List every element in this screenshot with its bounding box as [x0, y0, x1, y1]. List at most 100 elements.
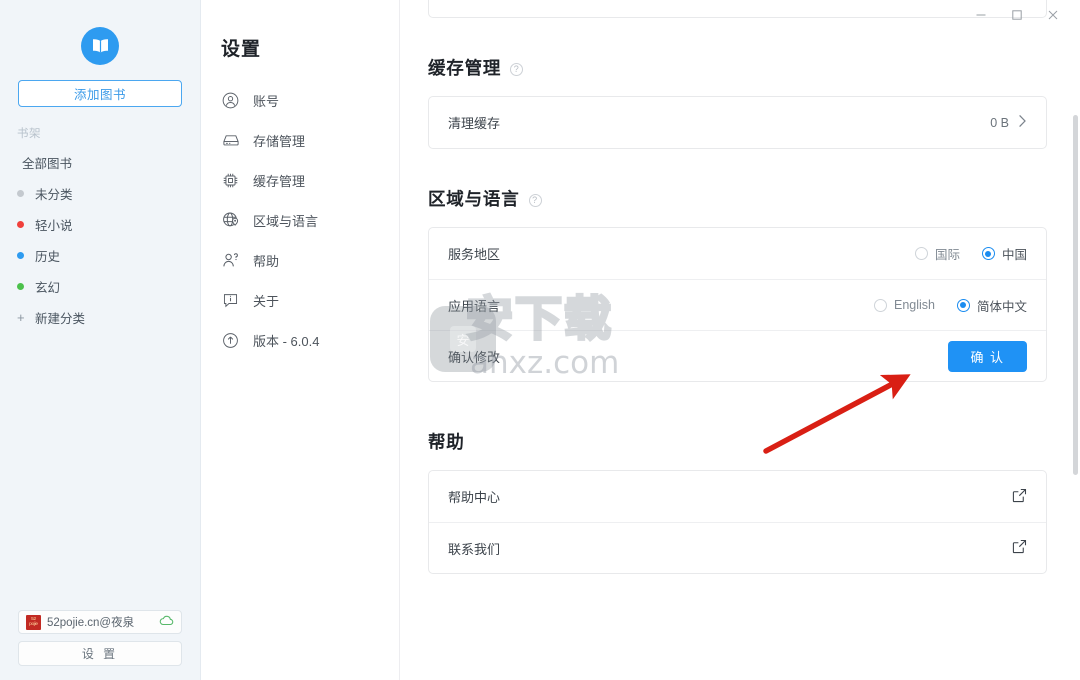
settings-nav-item-cache[interactable]: 缓存管理: [201, 160, 399, 200]
person-question-icon: [221, 251, 240, 270]
hard-drive-icon: [221, 131, 240, 150]
sidebar-item-new-category[interactable]: + 新建分类: [0, 302, 200, 333]
settings-nav-label: 版本 - 6.0.4: [253, 333, 320, 349]
settings-nav-item-region-language[interactable]: 区域与语言: [201, 200, 399, 240]
category-label: 玄幻: [35, 281, 61, 295]
account-name: 52pojie.cn@夜泉: [47, 617, 135, 629]
shelf-section-label: 书架: [17, 128, 41, 140]
confirm-button[interactable]: 确 认: [948, 340, 1027, 372]
help-section-title: 帮助: [428, 432, 465, 452]
app-language-row: 应用语言 English 简体中文: [429, 279, 1046, 330]
sidebar-item-history[interactable]: 历史: [0, 240, 200, 271]
minimize-button[interactable]: [963, 2, 999, 28]
category-color-dot: [17, 283, 24, 290]
radio-indicator-selected: [981, 247, 995, 260]
radio-option-international[interactable]: 国际: [914, 244, 960, 263]
sidebar-item-fantasy[interactable]: 玄幻: [0, 271, 200, 302]
region-card: 服务地区 国际 中国 应用语言 English 简体中文 确认修改 确 认: [428, 227, 1047, 382]
confirm-changes-row: 确认修改 确 认: [429, 330, 1046, 381]
question-mark-icon[interactable]: ?: [528, 193, 542, 207]
user-circle-icon: [221, 91, 240, 110]
radio-option-china[interactable]: 中国: [981, 244, 1027, 263]
region-section-title: 区域与语言: [428, 189, 520, 209]
app-window: 添加图书 书架 全部图书 未分类 轻小说 历史 玄幻 + 新建分类 52 poj…: [0, 0, 1080, 680]
globe-pin-icon: [221, 211, 240, 230]
settings-nav-label: 账号: [253, 93, 280, 109]
settings-nav-item-account[interactable]: 账号: [201, 80, 399, 120]
cloud-sync-icon[interactable]: [159, 613, 174, 631]
clear-cache-row[interactable]: 清理缓存 0 B: [429, 97, 1046, 148]
category-label: 未分类: [35, 188, 73, 202]
service-region-label: 服务地区: [448, 247, 501, 262]
account-button[interactable]: 52 pojie 52pojie.cn@夜泉: [18, 610, 182, 634]
category-color-dot: [17, 190, 24, 197]
settings-nav-label: 关于: [253, 293, 280, 309]
page-title: 设置: [221, 39, 262, 60]
vertical-scrollbar[interactable]: [1073, 115, 1078, 475]
settings-nav-label: 缓存管理: [253, 173, 306, 189]
radio-indicator: [914, 247, 928, 260]
radio-label: English: [893, 298, 935, 312]
chip-icon: [221, 171, 240, 190]
sidebar-item-light-novel[interactable]: 轻小说: [0, 209, 200, 240]
help-center-row[interactable]: 帮助中心: [429, 471, 1046, 522]
app-language-label: 应用语言: [448, 298, 501, 314]
add-book-label: 添加图书: [73, 88, 126, 102]
info-box-icon: [221, 291, 240, 310]
confirm-changes-label: 确认修改: [448, 349, 501, 365]
cache-size-value: 0 B: [990, 115, 1009, 130]
avatar: 52 pojie: [26, 614, 41, 630]
region-section-heading: 区域与语言 ?: [428, 186, 1047, 211]
radio-label: 国际: [934, 248, 960, 262]
window-controls: [940, 0, 1080, 30]
chevron-right-icon: [1018, 114, 1027, 131]
sidebar-item-uncategorized[interactable]: 未分类: [0, 178, 200, 209]
version-arrow-icon: [221, 331, 240, 350]
category-color-dot: [17, 221, 24, 228]
sidebar-item-all-books[interactable]: 全部图书: [0, 147, 200, 178]
settings-nav-label: 区域与语言: [253, 213, 319, 229]
cache-card: 清理缓存 0 B: [428, 96, 1047, 149]
avatar-text: 52 pojie: [29, 616, 38, 627]
radio-indicator-selected: [956, 298, 970, 312]
settings-button[interactable]: 设 置: [18, 641, 182, 666]
category-color-dot: [17, 252, 24, 259]
external-link-icon: [1012, 488, 1027, 506]
radio-option-english[interactable]: English: [873, 298, 935, 312]
maximize-button[interactable]: [999, 2, 1035, 28]
settings-nav-item-version[interactable]: 版本 - 6.0.4: [201, 320, 399, 360]
settings-button-label: 设 置: [81, 647, 119, 661]
shelf-sidebar: 添加图书 书架 全部图书 未分类 轻小说 历史 玄幻 + 新建分类 52 poj…: [0, 0, 201, 680]
settings-nav-label: 存储管理: [253, 133, 306, 149]
radio-label: 简体中文: [976, 299, 1027, 314]
settings-nav-item-about[interactable]: 关于: [201, 280, 399, 320]
service-region-radio-group: 国际 中国: [893, 244, 1027, 263]
help-center-label: 帮助中心: [448, 490, 501, 505]
all-books-label: 全部图书: [22, 157, 73, 171]
main-content: 缓存管理 ? 清理缓存 0 B 区域与语言 ? 服务地区 国际 中国 应用语言 …: [400, 0, 1080, 680]
app-language-radio-group: English 简体中文: [852, 296, 1027, 315]
open-book-icon: [81, 27, 119, 65]
question-mark-icon[interactable]: ?: [510, 62, 524, 76]
radio-option-simplified-chinese[interactable]: 简体中文: [956, 296, 1027, 315]
settings-nav: 设置 账号 存储管理 缓存管理 区域与语言 帮助 关于 版本 - 6.0.4: [201, 0, 400, 680]
settings-scroll-area: 缓存管理 ? 清理缓存 0 B 区域与语言 ? 服务地区 国际 中国 应用语言 …: [400, 0, 1080, 680]
service-region-row: 服务地区 国际 中国: [429, 228, 1046, 279]
contact-us-row[interactable]: 联系我们: [429, 522, 1046, 573]
settings-nav-item-help[interactable]: 帮助: [201, 240, 399, 280]
cache-section-title: 缓存管理: [428, 58, 502, 78]
logo-container: [0, 0, 200, 77]
add-book-button[interactable]: 添加图书: [18, 80, 182, 107]
new-category-label: 新建分类: [35, 312, 86, 326]
category-label: 历史: [35, 250, 61, 264]
close-button[interactable]: [1035, 2, 1071, 28]
category-label: 轻小说: [35, 219, 73, 233]
cache-section-heading: 缓存管理 ?: [428, 55, 1047, 80]
help-section-heading: 帮助: [428, 429, 1047, 454]
settings-nav-item-storage[interactable]: 存储管理: [201, 120, 399, 160]
radio-indicator: [873, 298, 887, 312]
plus-icon: +: [17, 310, 25, 325]
radio-label: 中国: [1001, 248, 1027, 262]
settings-nav-label: 帮助: [253, 253, 280, 269]
